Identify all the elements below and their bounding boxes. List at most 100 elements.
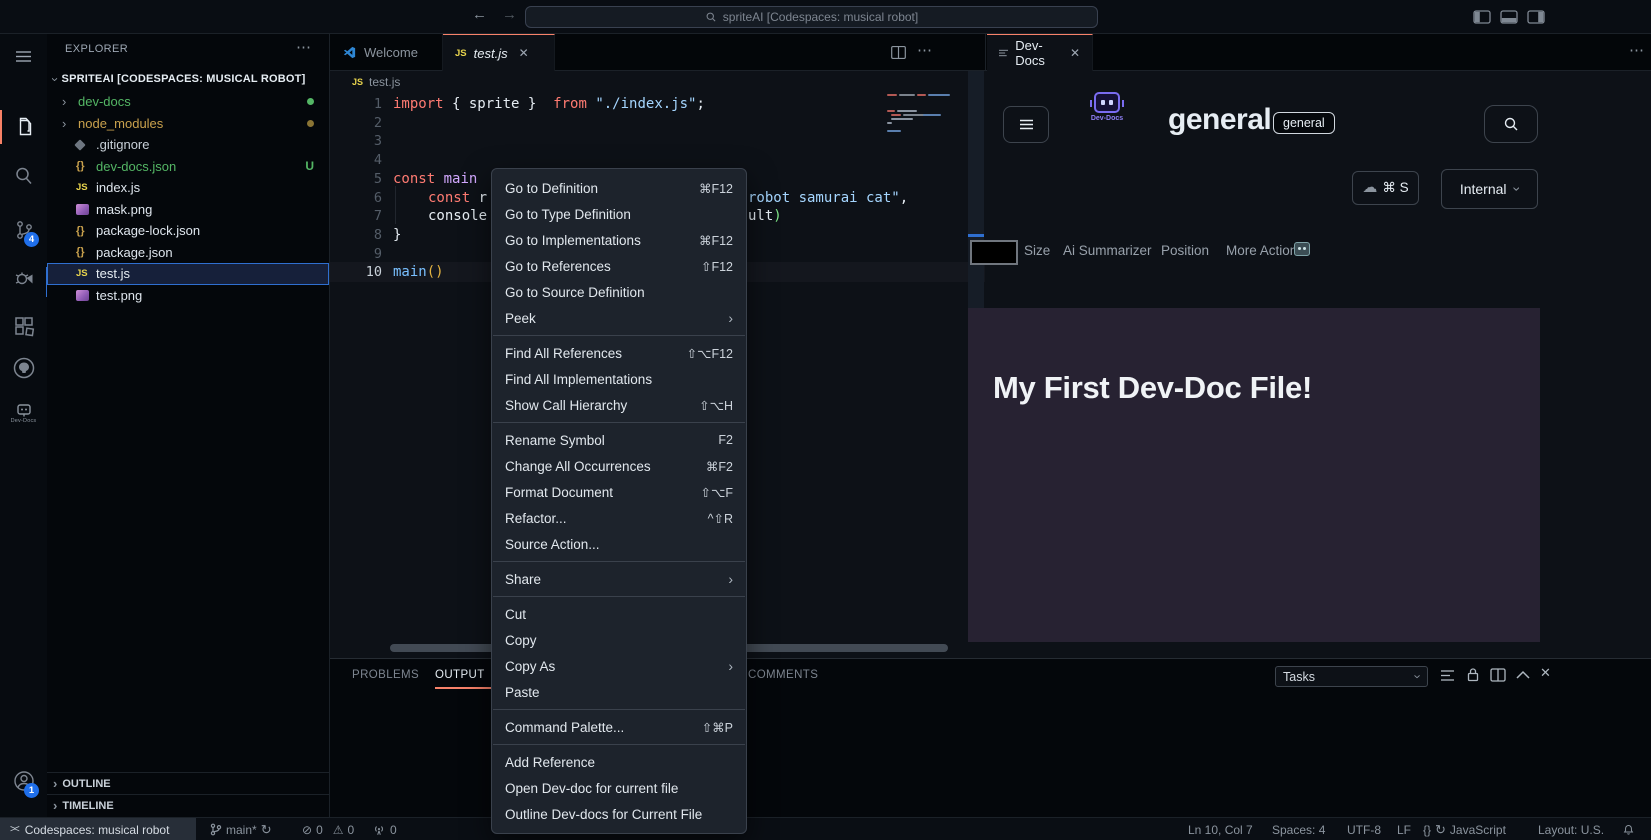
file-tree: ›dev-docs›node_modules.gitignore{}dev-do… [47, 91, 329, 306]
tab-devdocs[interactable]: Dev-Docs ✕ [987, 34, 1093, 71]
language-mode-status[interactable]: {} ↻ JavaScript [1423, 818, 1506, 840]
menu-separator [493, 709, 745, 710]
split-editor-icon[interactable] [890, 44, 907, 61]
menu-item[interactable]: Go to Implementations⌘F12 [492, 227, 746, 253]
search-view-icon[interactable] [0, 156, 47, 196]
timeline-section[interactable]: › TIMELINE [47, 794, 329, 816]
menu-item[interactable]: Find All Implementations [492, 366, 746, 392]
menu-item[interactable]: Find All References⇧⌥F12 [492, 340, 746, 366]
eol-status[interactable]: LF [1397, 818, 1411, 840]
menu-item[interactable]: Share› [492, 566, 746, 592]
file-row-test.js[interactable]: JStest.js [47, 263, 329, 285]
split-panel-icon[interactable] [1490, 668, 1506, 682]
remote-indicator[interactable]: >< Codespaces: musical robot [0, 818, 196, 840]
menu-item[interactable]: Copy [492, 627, 746, 653]
menu-item[interactable]: Go to Definition⌘F12 [492, 175, 746, 201]
editor-tab-bar: Welcome JS test.js ✕ ⋯ [330, 34, 985, 71]
cursor-position[interactable]: Ln 10, Col 7 [1188, 818, 1253, 840]
keyboard-layout-status[interactable]: Layout: U.S. [1538, 818, 1604, 840]
devdocs-search-button[interactable] [1484, 105, 1538, 143]
file-row-node_modules[interactable]: ›node_modules [47, 113, 329, 135]
menu-item[interactable]: Go to Type Definition [492, 201, 746, 227]
title-bar: ← → spriteAI [Codespaces: musical robot] [0, 0, 1651, 34]
menu-item[interactable]: Open Dev-doc for current file [492, 775, 746, 801]
menu-item-label: Command Palette... [505, 720, 702, 735]
menu-item[interactable]: Paste [492, 679, 746, 705]
menu-item[interactable]: Command Palette...⇧⌘P [492, 714, 746, 740]
size-button[interactable]: Size [1024, 243, 1050, 258]
file-row-dev-docs.json[interactable]: {}dev-docs.jsonU [47, 156, 329, 178]
minimap[interactable] [885, 80, 968, 280]
breadcrumb-file: test.js [369, 75, 400, 89]
file-row-dev-docs[interactable]: ›dev-docs [47, 91, 329, 113]
menu-item[interactable]: Refactor...^⇧R [492, 505, 746, 531]
toggle-sidebar-right-icon[interactable] [1527, 10, 1545, 24]
devdocs-view-icon[interactable]: Dev-Docs [0, 394, 47, 434]
menu-item[interactable]: Go to References⇧F12 [492, 253, 746, 279]
tab-problems[interactable]: PROBLEMS [352, 669, 419, 681]
github-icon[interactable] [0, 348, 47, 388]
explorer-more-icon[interactable]: ⋯ [296, 38, 311, 56]
file-row-package.json[interactable]: {}package.json [47, 242, 329, 264]
close-panel-icon[interactable]: ✕ [1540, 665, 1551, 681]
menu-item[interactable]: Change All Occurrences⌘F2 [492, 453, 746, 479]
file-row-.gitignore[interactable]: .gitignore [47, 134, 329, 156]
notifications-bell[interactable] [1622, 818, 1635, 840]
source-control-icon[interactable]: 4 [0, 210, 47, 250]
indentation-status[interactable]: Spaces: 4 [1272, 818, 1325, 840]
file-row-index.js[interactable]: JSindex.js [47, 177, 329, 199]
workspace-section-header[interactable]: › SPRITEAI [CODESPACES: MUSICAL ROBOT] [47, 68, 329, 90]
tab-test-js[interactable]: JS test.js ✕ [443, 34, 555, 71]
color-swatch[interactable] [970, 240, 1018, 265]
tab-welcome[interactable]: Welcome [330, 34, 443, 71]
line-number: 4 [338, 151, 382, 170]
ports-status[interactable]: 0 [372, 818, 397, 840]
menu-hamburger-icon[interactable] [0, 36, 47, 76]
close-icon[interactable]: ✕ [1070, 46, 1080, 60]
maximize-panel-icon[interactable] [1516, 670, 1530, 679]
menu-item[interactable]: Copy As› [492, 653, 746, 679]
problems-status[interactable]: ⊘ 0 ⚠ 0 [302, 818, 354, 840]
close-icon[interactable]: ✕ [519, 46, 529, 60]
explorer-icon[interactable] [0, 107, 47, 147]
extensions-icon[interactable] [0, 306, 47, 346]
encoding-status[interactable]: UTF-8 [1347, 818, 1381, 840]
lock-icon[interactable] [1466, 667, 1480, 682]
file-row-test.png[interactable]: test.png [47, 285, 329, 307]
tab-comments[interactable]: COMMENTS [748, 669, 818, 681]
nav-forward-icon[interactable]: → [502, 6, 517, 23]
ai-summarizer-button[interactable]: Ai Summarizer [1063, 243, 1152, 258]
output-channel-select[interactable]: Tasks › [1275, 666, 1428, 687]
menu-item[interactable]: Go to Source Definition [492, 279, 746, 305]
position-button[interactable]: Position [1161, 243, 1209, 258]
save-button[interactable]: ☁ ⌘ S [1352, 171, 1419, 205]
indent-guide [395, 186, 396, 224]
menu-item[interactable]: Show Call Hierarchy⇧⌥H [492, 392, 746, 418]
clear-output-icon[interactable] [1440, 669, 1455, 682]
branch-status[interactable]: main* ↻ [210, 818, 272, 840]
menu-item[interactable]: Source Action... [492, 531, 746, 557]
menu-item[interactable]: Peek› [492, 305, 746, 331]
more-actions-button[interactable]: More Actions [1226, 243, 1304, 258]
nav-back-icon[interactable]: ← [472, 6, 487, 23]
menu-item[interactable]: Add Reference [492, 749, 746, 775]
editor-more-actions-icon[interactable]: ⋯ [1629, 41, 1644, 59]
menu-item[interactable]: Outline Dev-docs for Current File [492, 801, 746, 827]
file-row-package-lock.json[interactable]: {}package-lock.json [47, 220, 329, 242]
command-center-search[interactable]: spriteAI [Codespaces: musical robot] [525, 6, 1098, 28]
menu-item[interactable]: Rename SymbolF2 [492, 427, 746, 453]
menu-item[interactable]: Format Document⇧⌥F [492, 479, 746, 505]
toggle-sidebar-left-icon[interactable] [1473, 10, 1491, 24]
tab-output[interactable]: OUTPUT [435, 669, 485, 681]
devdocs-menu-button[interactable] [1003, 106, 1049, 143]
line-number: 8 [338, 226, 382, 245]
visibility-select[interactable]: Internal › [1441, 169, 1538, 209]
outline-section[interactable]: › OUTLINE [47, 772, 329, 794]
accounts-icon[interactable]: 1 [0, 761, 47, 801]
run-debug-icon[interactable] [0, 258, 47, 298]
toggle-panel-icon[interactable] [1500, 10, 1518, 24]
menu-item[interactable]: Cut [492, 601, 746, 627]
braces-icon: {} [1423, 823, 1431, 837]
file-row-mask.png[interactable]: mask.png [47, 199, 329, 221]
editor-more-actions-icon[interactable]: ⋯ [917, 41, 932, 59]
